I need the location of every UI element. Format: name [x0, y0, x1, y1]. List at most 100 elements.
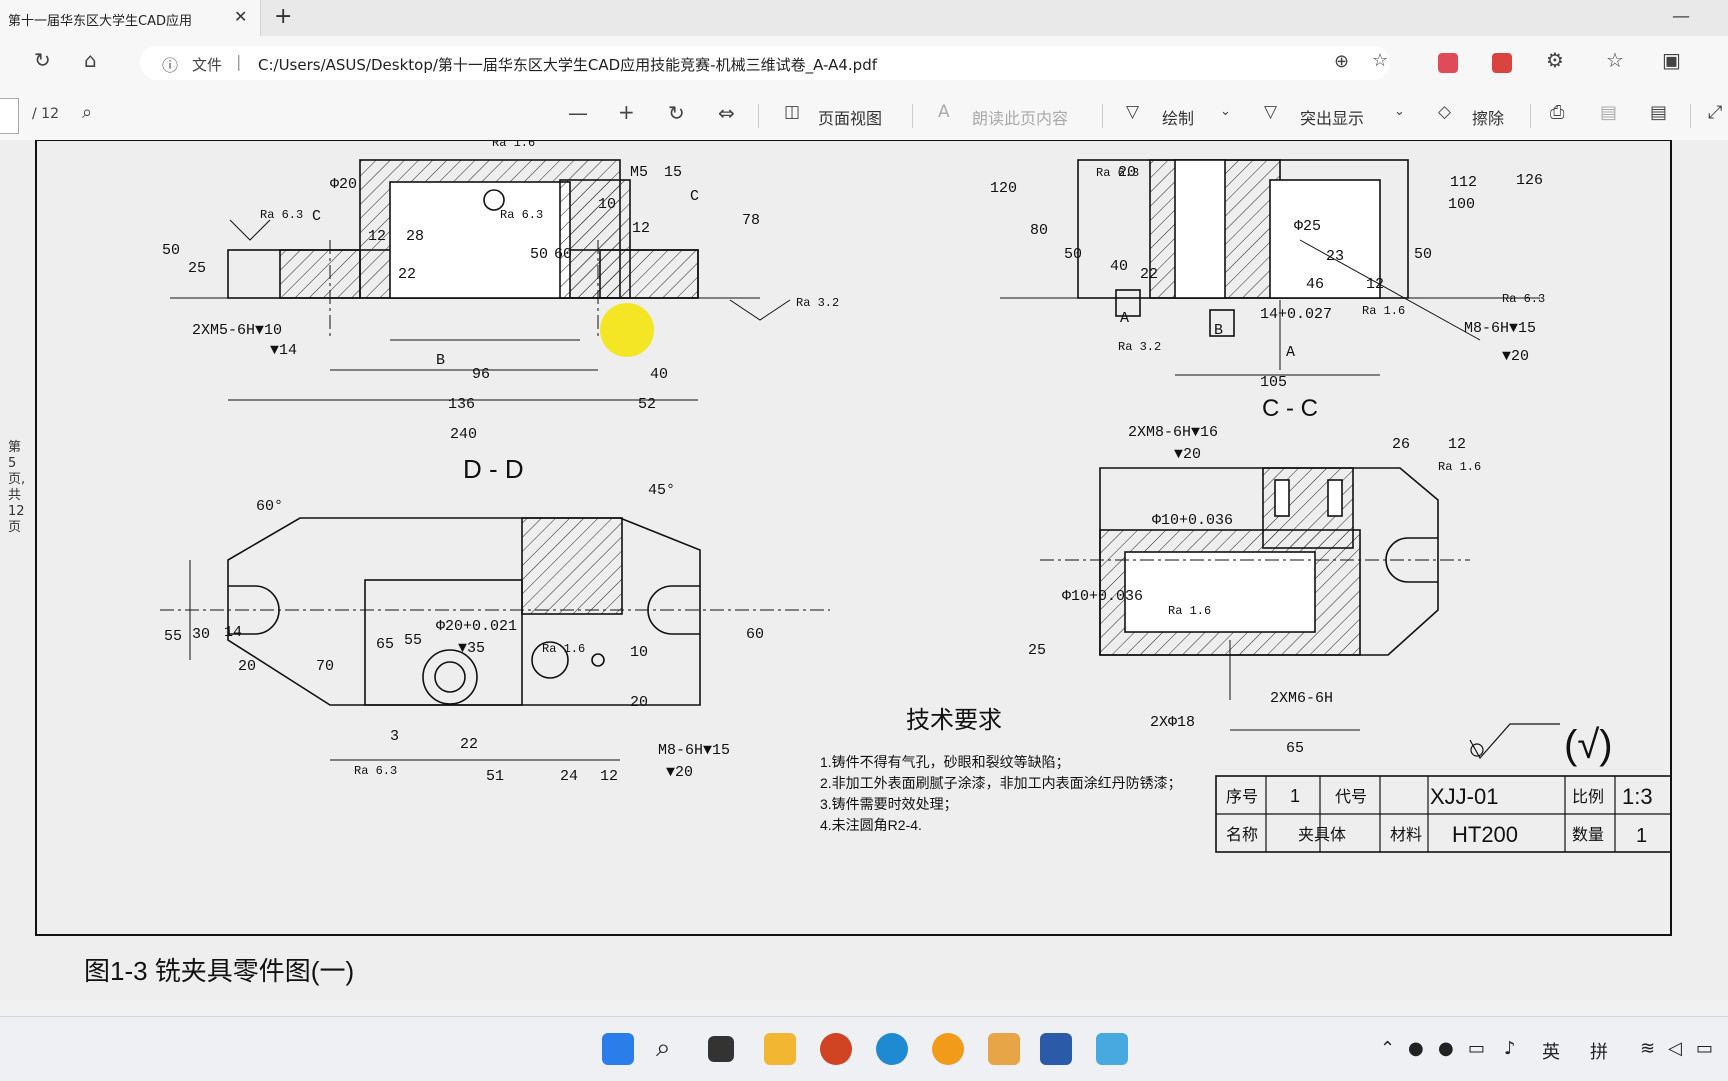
dimension-label: 26: [1392, 436, 1410, 453]
start-icon[interactable]: [602, 1033, 634, 1065]
tb-scale-label: 比例: [1572, 788, 1604, 806]
favorites-icon[interactable]: ☆: [1606, 48, 1624, 72]
cursor-highlight: [600, 303, 654, 357]
tray-folder-icon[interactable]: ▭: [1468, 1038, 1485, 1059]
highlight-icon[interactable]: ▽: [1264, 102, 1277, 122]
home-icon[interactable]: ⌂: [84, 48, 97, 72]
view-dd: [160, 517, 830, 761]
print-icon[interactable]: ⎙: [1550, 102, 1564, 123]
zoom-out-icon[interactable]: —: [568, 101, 588, 125]
dimension-label: 10: [630, 644, 648, 661]
extension-icon-2[interactable]: [1492, 53, 1512, 73]
chevron-down-icon[interactable]: ⌄: [1394, 104, 1405, 119]
eraser-icon[interactable]: ◇: [1438, 102, 1451, 122]
expand-icon[interactable]: ⤢: [1708, 102, 1722, 123]
save-as-icon[interactable]: ▤: [1650, 102, 1667, 123]
ime-indicator[interactable]: 拼: [1590, 1038, 1608, 1064]
word-icon[interactable]: [1040, 1033, 1072, 1065]
dimension-label: 12: [632, 220, 650, 237]
volume-icon[interactable]: ◁: [1668, 1038, 1682, 1059]
save-icon[interactable]: ▤: [1600, 102, 1617, 123]
dimension-label: C: [312, 208, 321, 225]
info-icon[interactable]: ⓘ: [162, 52, 178, 76]
search-icon[interactable]: ⌕: [656, 1033, 671, 1064]
dimension-label: ▼14: [270, 342, 297, 359]
dimension-label: 50: [1064, 246, 1082, 263]
zoom-icon[interactable]: ⊕: [1334, 51, 1349, 72]
dimension-label: 80: [1030, 222, 1048, 239]
toolbar-divider: [758, 104, 759, 128]
url-text[interactable]: C:/Users/ASUS/Desktop/第十一届华东区大学生CAD应用技能竞…: [258, 54, 877, 75]
input-lang-indicator[interactable]: 英: [1542, 1038, 1560, 1064]
tab-close-icon[interactable]: ✕: [234, 7, 247, 26]
dimension-label: 2XM6-6H: [1270, 690, 1333, 707]
chevron-up-icon[interactable]: ⌃: [1380, 1038, 1395, 1059]
extension-icon-1[interactable]: [1438, 53, 1458, 73]
dimension-label: 46: [1306, 276, 1324, 293]
task-view-icon[interactable]: [708, 1036, 734, 1062]
extensions-icon[interactable]: ⚙: [1546, 48, 1564, 72]
erase-button[interactable]: 擦除: [1472, 105, 1504, 129]
url-separator: |: [236, 52, 242, 71]
page-view-icon[interactable]: ◫: [784, 102, 800, 122]
app-icon[interactable]: [1096, 1033, 1128, 1065]
dimension-label: 12: [368, 228, 386, 245]
toolbar-divider: [1690, 104, 1691, 128]
dimension-label: 120: [990, 180, 1017, 197]
dimension-label: C: [690, 188, 699, 205]
browser-icon[interactable]: [932, 1033, 964, 1065]
dimension-label: 45°: [648, 482, 675, 499]
fit-width-icon[interactable]: ⇔: [718, 101, 735, 125]
search-icon[interactable]: ⌕: [82, 102, 92, 123]
page-number-input[interactable]: [0, 98, 19, 134]
zoom-in-icon[interactable]: +: [618, 100, 635, 124]
new-tab-button[interactable]: +: [274, 4, 292, 29]
dimension-label: Φ10+0.036: [1062, 588, 1143, 605]
dimension-label: 78: [742, 212, 760, 229]
favorite-add-icon[interactable]: ☆: [1372, 50, 1388, 71]
dimension-label: Φ20: [330, 176, 357, 193]
microphone-icon[interactable]: ♪: [1504, 1038, 1516, 1059]
page-view-button[interactable]: 页面视图: [818, 105, 882, 129]
edge-icon[interactable]: [876, 1033, 908, 1065]
dimension-label: 55: [404, 632, 422, 649]
draw-icon[interactable]: ▽: [1126, 102, 1139, 122]
tb-material-label: 材料: [1390, 826, 1422, 844]
dimension-label: ▼20: [666, 764, 693, 781]
dimension-label: Ra 1.6: [1438, 460, 1481, 474]
refresh-icon[interactable]: ↻: [34, 48, 51, 72]
tab-title: 第十一届华东区大学生CAD应用: [8, 14, 192, 29]
pdf-document-area[interactable]: 第 5 页, 共 12 页 D - D C - C 技术要求 1.铸件不得有气孔…: [0, 140, 1728, 1000]
powerpoint-icon[interactable]: [820, 1033, 852, 1065]
tray-app-icon[interactable]: ●: [1408, 1038, 1424, 1059]
tb-scale: 1:3: [1622, 784, 1653, 809]
wifi-icon[interactable]: ≋: [1640, 1038, 1655, 1059]
battery-icon[interactable]: ▭: [1696, 1038, 1713, 1059]
qq-icon[interactable]: ●: [1438, 1038, 1454, 1059]
chevron-down-icon[interactable]: ⌄: [1220, 104, 1231, 119]
tech-requirements-title: 技术要求: [906, 707, 1002, 734]
minimize-button[interactable]: —: [1672, 6, 1690, 27]
dimension-label: Ra 6.3: [354, 764, 397, 778]
browser-tab[interactable]: 第十一届华东区大学生CAD应用 ✕: [0, 0, 261, 36]
tb-qty-label: 数量: [1572, 826, 1604, 844]
rotate-icon[interactable]: ↻: [668, 101, 685, 125]
file-explorer-icon[interactable]: [764, 1033, 796, 1065]
tech-note: 4.未注圆角R2-4.: [820, 817, 922, 833]
toolbar-divider: [912, 104, 913, 128]
tech-note: 2.非加工外表面刷腻子涂漆，非加工内表面涂红丹防锈漆；: [820, 775, 1182, 792]
tb-seq-label: 序号: [1226, 788, 1258, 806]
read-aloud-button[interactable]: 朗读此页内容: [972, 105, 1068, 129]
dimension-label: 10: [598, 196, 616, 213]
snipping-tool-icon[interactable]: [988, 1033, 1020, 1065]
draw-button[interactable]: 绘制: [1162, 105, 1194, 129]
dimension-label: 25: [188, 260, 206, 277]
address-field[interactable]: ⓘ 文件 | C:/Users/ASUS/Desktop/第十一届华东区大学生C…: [140, 46, 1390, 80]
dimension-label: 30: [192, 626, 210, 643]
dimension-label: 60: [746, 626, 764, 643]
dimension-label: 12: [1366, 276, 1384, 293]
highlight-button[interactable]: 突出显示: [1300, 105, 1364, 129]
dimension-label: 100: [1448, 196, 1475, 213]
collections-icon[interactable]: ▣: [1662, 48, 1681, 72]
taskbar: ⌕ ⌃ ● ● ▭ ♪ 英 拼 ≋ ◁ ▭: [0, 1016, 1728, 1081]
